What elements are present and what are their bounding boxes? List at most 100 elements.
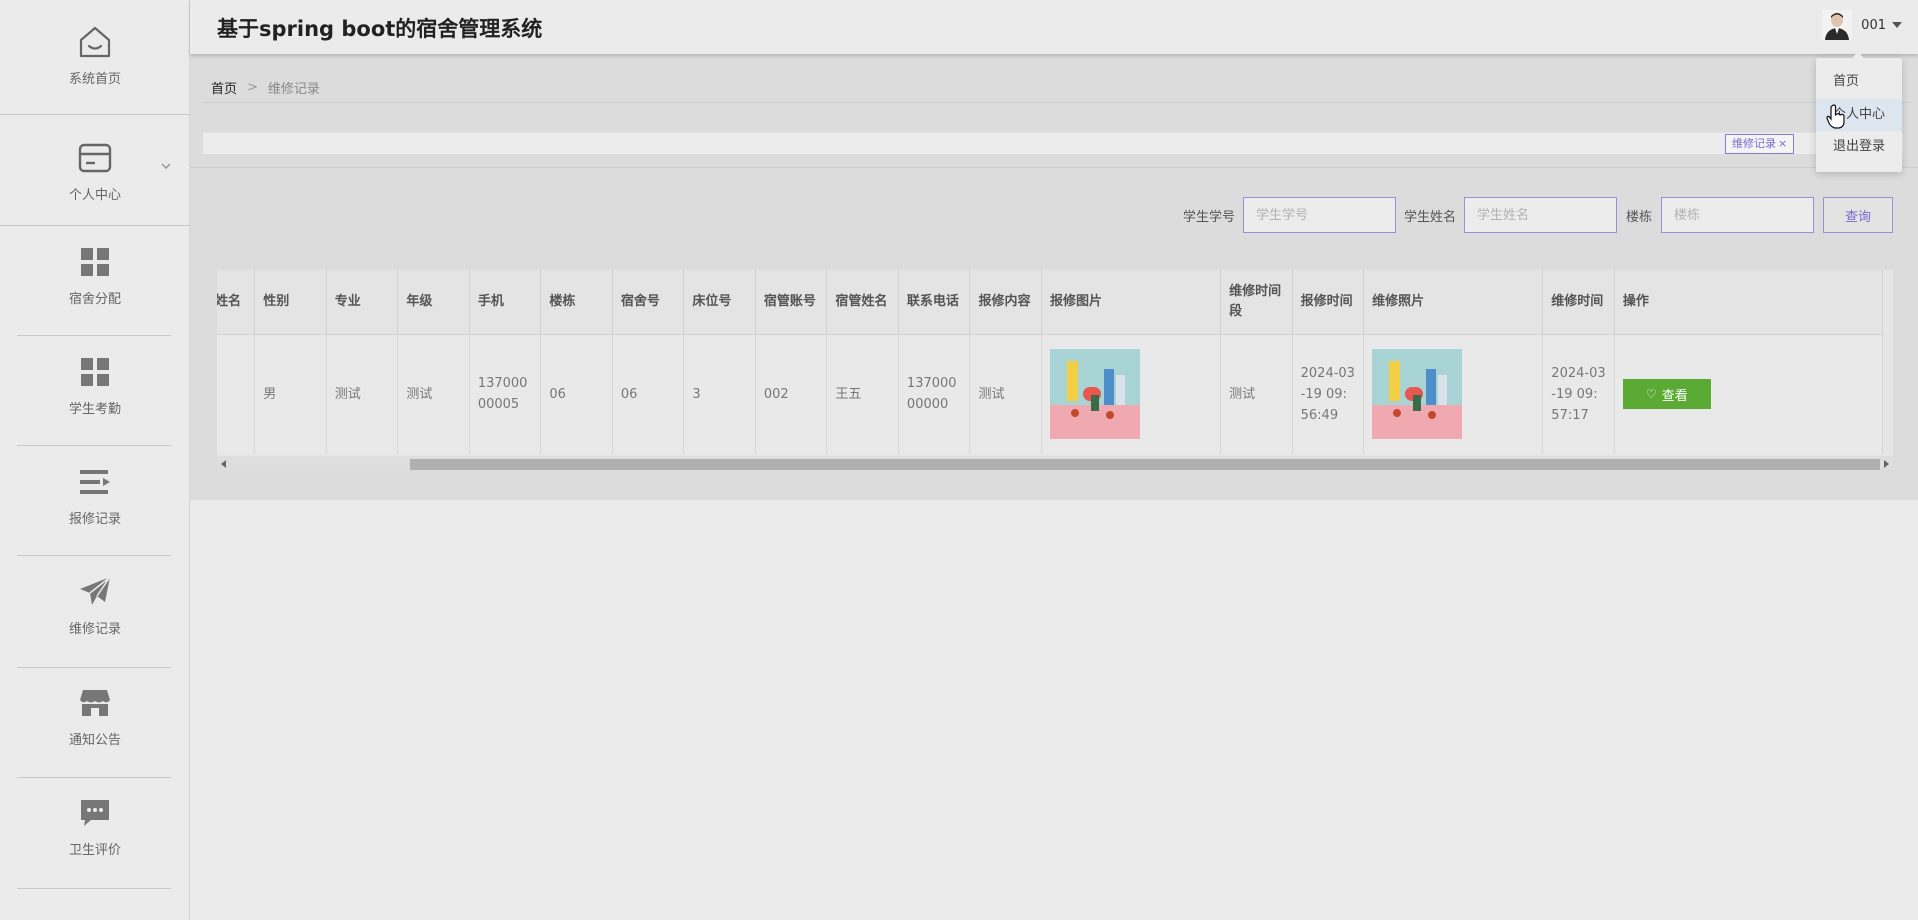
table: 姓名 性别 专业 年级 手机 楼栋 宿舍号 床位号 宿管账号 宿管姓名 联系电话…	[217, 270, 1884, 454]
repair-photo-thumbnail[interactable]	[1372, 349, 1463, 440]
column-header: 年级	[397, 270, 470, 335]
cell-manager-account: 002	[755, 334, 828, 454]
repair-image-thumbnail[interactable]	[1049, 349, 1140, 440]
avatar	[1822, 10, 1853, 40]
main-content: 首页 > 维修记录 维修记录× 学生学号 学生姓名 楼栋 查询 姓名	[190, 54, 1918, 500]
sidebar: 系统首页 个人中心 宿舍分配 学生考勤 报修记录 维修记录 通知公告 卫生评价	[0, 0, 190, 920]
chevron-down-icon[interactable]	[160, 160, 172, 172]
cell-phone: 13700000005	[469, 334, 542, 454]
column-header: 楼栋	[540, 270, 613, 335]
sidebar-item-attendance[interactable]: 学生考勤	[0, 352, 190, 417]
cell-repair-photo	[1363, 334, 1544, 454]
building-input[interactable]	[1661, 197, 1814, 233]
divider	[17, 888, 171, 889]
building-label: 楼栋	[1626, 210, 1653, 225]
divider	[17, 335, 171, 336]
cell-contact-phone: 13700000000	[898, 334, 971, 454]
divider	[190, 167, 1918, 168]
sidebar-item-maintenance-records[interactable]: 维修记录	[0, 572, 190, 637]
home-icon	[75, 22, 115, 62]
cell-report-time: 2024-03-19 09:56:49	[1292, 334, 1365, 454]
user-menu-trigger[interactable]: 001	[1822, 10, 1902, 40]
card-icon	[75, 138, 115, 178]
cell-repair-content: 测试	[969, 334, 1042, 454]
divider	[17, 667, 171, 668]
student-no-label: 学生学号	[1183, 210, 1236, 225]
cell-bed: 3	[683, 334, 756, 454]
cell-repair-period: 测试	[1220, 334, 1293, 454]
cell-gender: 男	[254, 334, 327, 454]
cell-building: 06	[540, 334, 613, 454]
column-header: 报修内容	[969, 270, 1042, 335]
divider	[17, 777, 171, 778]
student-name-input[interactable]	[1464, 197, 1617, 233]
data-table: 姓名 性别 专业 年级 手机 楼栋 宿舍号 床位号 宿管账号 宿管姓名 联系电话…	[217, 270, 1893, 460]
cell-name	[217, 334, 256, 454]
column-header: 专业	[326, 270, 399, 335]
store-icon	[75, 683, 115, 723]
cell-repair-image	[1041, 334, 1222, 454]
column-header: 报修图片	[1041, 270, 1222, 335]
tags-bar: 维修记录 ×	[203, 132, 1903, 154]
divider	[0, 225, 190, 226]
student-no-input[interactable]	[1243, 197, 1396, 233]
view-button[interactable]: ♡ 查看	[1622, 379, 1711, 410]
sidebar-item-label: 维修记录	[68, 622, 121, 637]
column-header: 维修时间段	[1220, 270, 1293, 335]
breadcrumb: 首页 > 维修记录	[211, 78, 320, 97]
sidebar-item-repair-records[interactable]: 报修记录	[0, 462, 190, 527]
column-header: 宿管姓名	[826, 270, 899, 335]
table-row: 男 测试 测试 13700000005 06 06 3 002 王五 13700…	[217, 334, 1884, 454]
divider	[17, 555, 171, 556]
scroll-left-arrow-icon[interactable]	[221, 460, 226, 468]
heart-icon: ♡	[1645, 387, 1657, 402]
column-header: 姓名	[217, 270, 256, 335]
breadcrumb-separator: >	[247, 80, 258, 95]
cell-grade: 测试	[397, 334, 470, 454]
table-header-row: 姓名 性别 专业 年级 手机 楼栋 宿舍号 床位号 宿管账号 宿管姓名 联系电话…	[217, 270, 1884, 335]
menu-item-home[interactable]: 首页	[1816, 66, 1902, 98]
chat-icon	[75, 793, 115, 833]
breadcrumb-home[interactable]: 首页	[211, 78, 237, 97]
breadcrumb-current: 维修记录	[267, 82, 320, 97]
cell-major: 测试	[326, 334, 399, 454]
sidebar-item-label: 报修记录	[68, 512, 121, 527]
grid-icon	[75, 242, 115, 282]
caret-down-icon	[1892, 22, 1902, 28]
sidebar-item-hygiene-evaluation[interactable]: 卫生评价	[0, 793, 190, 858]
view-button-label: 查看	[1661, 388, 1688, 404]
top-header: 基于spring boot的宿舍管理系统 001	[190, 0, 1918, 54]
sidebar-item-label: 系统首页	[68, 72, 121, 87]
student-name-label: 学生姓名	[1404, 210, 1457, 225]
scroll-right-arrow-icon[interactable]	[1884, 460, 1889, 468]
column-header: 维修照片	[1363, 270, 1544, 335]
scrollbar-thumb[interactable]	[410, 459, 1880, 470]
tag-label: 维修记录	[1732, 137, 1776, 150]
divider	[17, 445, 171, 446]
column-header: 床位号	[683, 270, 756, 335]
cell-room: 06	[612, 334, 685, 454]
app-title: 基于spring boot的宿舍管理系统	[217, 17, 543, 41]
sidebar-item-label: 宿舍分配	[68, 292, 121, 307]
paper-plane-icon	[75, 572, 115, 612]
divider	[201, 102, 1911, 103]
column-header: 宿管账号	[755, 270, 828, 335]
menu-item-logout[interactable]: 退出登录	[1816, 131, 1902, 163]
column-header: 性别	[254, 270, 327, 335]
column-header: 操作	[1614, 270, 1884, 335]
sidebar-item-dorm-allocation[interactable]: 宿舍分配	[0, 242, 190, 307]
sidebar-item-notices[interactable]: 通知公告	[0, 683, 190, 748]
query-button[interactable]: 查询	[1823, 197, 1893, 233]
divider	[0, 114, 190, 115]
list-icon	[75, 462, 115, 502]
hand-cursor-icon	[1826, 104, 1845, 129]
sidebar-item-home[interactable]: 系统首页	[0, 22, 190, 87]
column-header: 报修时间	[1292, 270, 1365, 335]
tag-maintenance-records[interactable]: 维修记录 ×	[1725, 134, 1795, 154]
sidebar-item-label: 个人中心	[68, 188, 121, 203]
horizontal-scrollbar[interactable]	[217, 456, 1893, 470]
close-icon[interactable]: ×	[1778, 137, 1787, 150]
column-header: 联系电话	[898, 270, 971, 335]
column-header: 维修时间	[1542, 270, 1615, 335]
sidebar-item-label: 通知公告	[68, 733, 121, 748]
